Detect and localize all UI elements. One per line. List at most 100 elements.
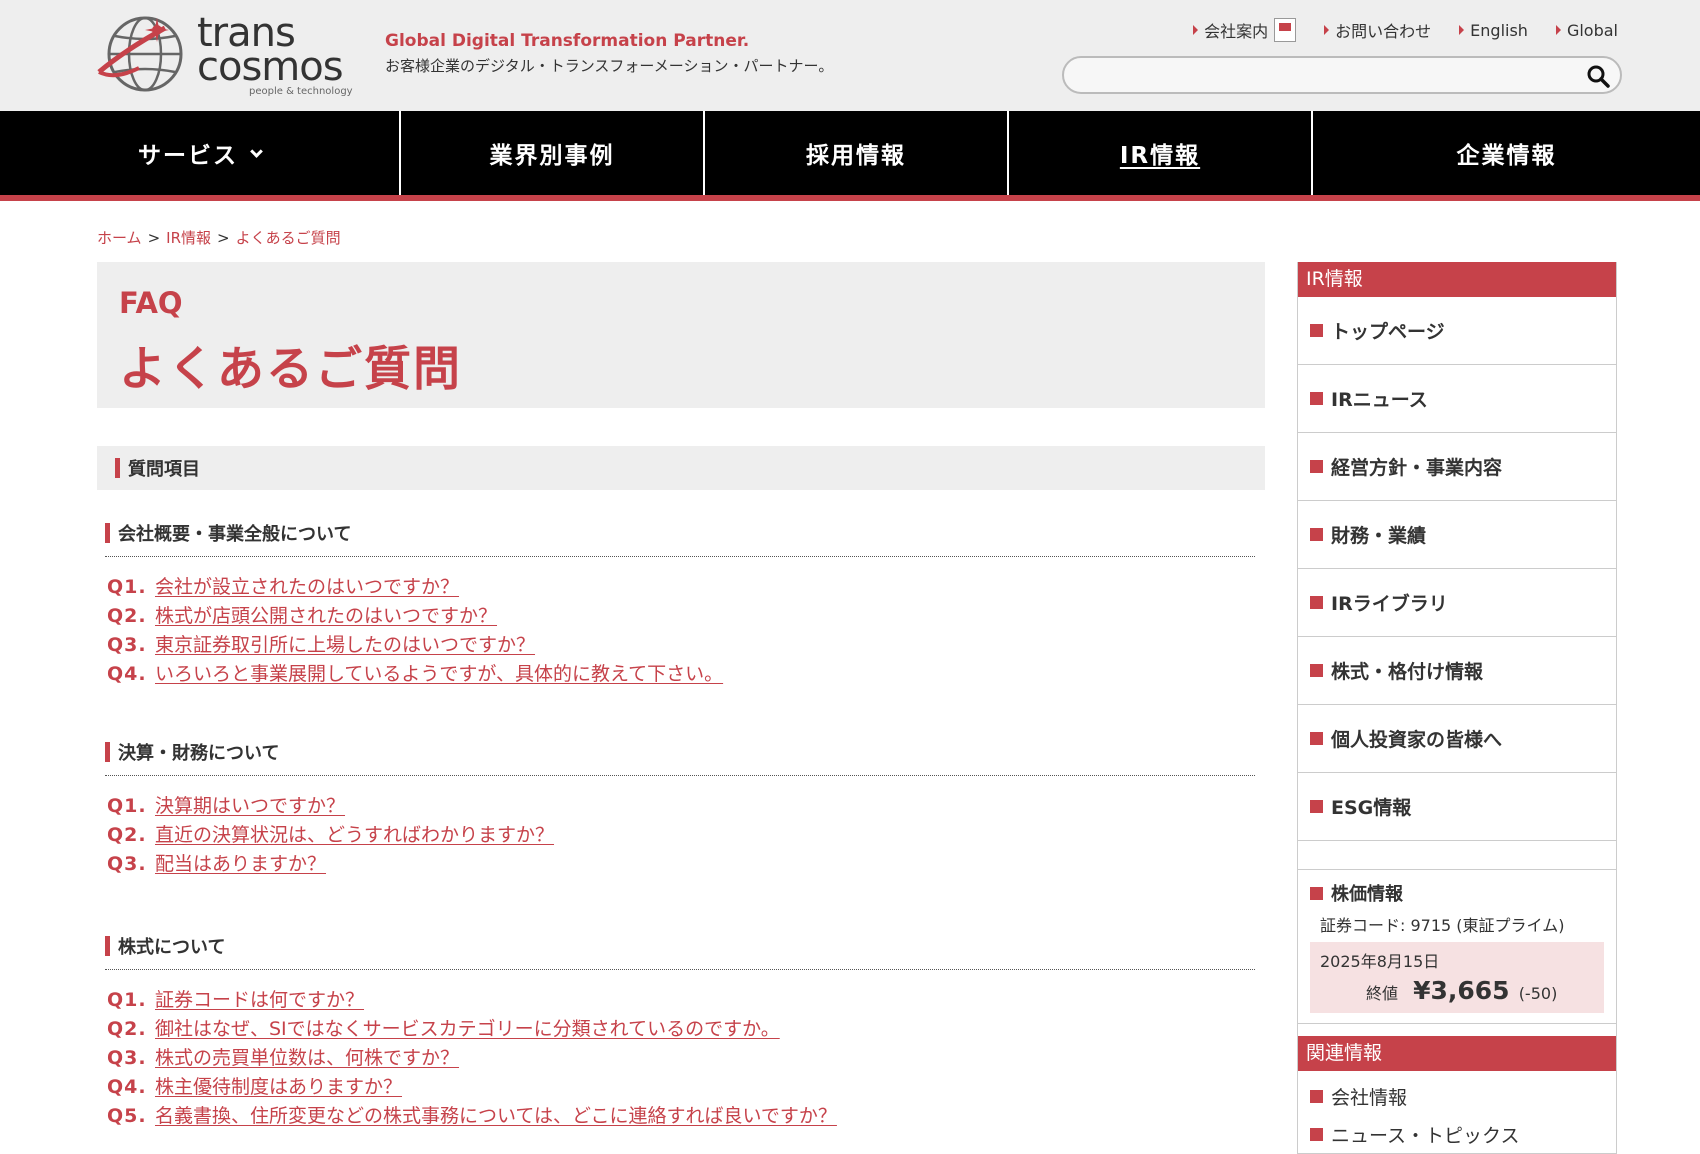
stock-date: 2025年8月15日 xyxy=(1320,952,1440,971)
faq-category: 会社概要・事業全般について Q1. 会社が設立されたのはいつですか？ Q2. 株式が… xyxy=(97,520,1265,689)
english-link[interactable]: English xyxy=(1459,18,1528,42)
square-bullet-icon xyxy=(1310,1089,1323,1103)
related-section: 関連情報 会社情報 ニュース・トピックス xyxy=(1298,1036,1616,1153)
breadcrumb-home[interactable]: ホーム xyxy=(97,229,142,247)
faq-question-link[interactable]: 御社はなぜ、SIではなくサービスカテゴリーに分類されているのですか。 xyxy=(155,1015,780,1044)
stock-info: 株価情報 証券コード: 9715 (東証プライム) 2025年8月15日 終値 … xyxy=(1298,869,1616,1024)
accent-bar xyxy=(105,936,110,956)
breadcrumb: ホーム > IR情報 > よくあるご質問 xyxy=(97,229,341,247)
page-title: よくあるご質問 xyxy=(119,342,462,397)
stock-change: (-50) xyxy=(1518,984,1558,1003)
globe-logo-icon xyxy=(97,16,183,92)
square-bullet-icon xyxy=(1310,392,1323,405)
logo-wordmark: trans cosmos xyxy=(197,10,344,90)
faq-question: Q3. 株式の売買単位数は、何株ですか？ xyxy=(107,1044,1265,1073)
category-title: 会社概要・事業全般について xyxy=(105,520,1255,557)
related-item-news[interactable]: ニュース・トピックス xyxy=(1298,1115,1616,1153)
nav-recruit[interactable]: 採用情報 xyxy=(705,111,1009,195)
faq-question-link[interactable]: 証券コードは何ですか？ xyxy=(155,986,364,1015)
tagline-japanese: お客様企業のデジタル・トランスフォーメーション・パートナー。 xyxy=(385,57,834,75)
company-brochure-link[interactable]: 会社案内 xyxy=(1193,18,1297,42)
section-heading: 質問項目 xyxy=(97,446,1265,490)
sidebar-item-esg[interactable]: ESG情報 xyxy=(1298,773,1616,841)
faq-question: Q5. 名義書換、住所変更などの株式事務については、どこに連絡すれば良いですか？ xyxy=(107,1102,1265,1131)
stock-price: ¥3,665 xyxy=(1413,976,1510,1005)
nav-company[interactable]: 企業情報 xyxy=(1313,111,1700,195)
search-box xyxy=(1062,56,1622,94)
accent-bar xyxy=(115,458,120,478)
faq-question-link[interactable]: 東京証券取引所に上場したのはいつですか？ xyxy=(155,631,535,660)
search-input[interactable] xyxy=(1064,58,1564,92)
chevron-down-icon xyxy=(250,144,263,158)
faq-question: Q1. 会社が設立されたのはいつですか？ xyxy=(107,573,1265,602)
faq-question-link[interactable]: 決算期はいつですか？ xyxy=(155,792,345,821)
utility-links: 会社案内 お問い合わせ English Global xyxy=(1193,18,1618,42)
faq-question: Q3. 配当はありますか？ xyxy=(107,850,1265,879)
transcosmos-logo[interactable]: trans cosmos people & technology xyxy=(95,10,355,98)
faq-question-link[interactable]: いろいろと事業展開しているようですが、具体的に教えて下さい。 xyxy=(155,660,723,689)
site-header: trans cosmos people & technology Global … xyxy=(0,0,1700,111)
faq-question: Q1. 証券コードは何ですか？ xyxy=(107,986,1265,1015)
square-bullet-icon xyxy=(1310,732,1323,745)
main-content: FAQ よくあるご質問 質問項目 会社概要・事業全般について Q1. 会社が設立さ… xyxy=(97,262,1265,1131)
faq-question-link[interactable]: 株式の売買単位数は、何株ですか？ xyxy=(155,1044,459,1073)
ir-sidebar: IR情報 トップページ IRニュース 経営方針・事業内容 財務・業績 IRライブ… xyxy=(1297,262,1617,1154)
sidebar-item-individual-investors[interactable]: 個人投資家の皆様へ xyxy=(1298,705,1616,773)
faq-question: Q4. 株主優待制度はありますか？ xyxy=(107,1073,1265,1102)
triangle-icon xyxy=(1555,25,1561,35)
sidebar-title: IR情報 xyxy=(1298,262,1616,297)
triangle-icon xyxy=(1193,25,1199,35)
faq-category: 株式について Q1. 証券コードは何ですか？ Q2. 御社はなぜ、SIではなくサービ… xyxy=(97,933,1265,1131)
nav-services[interactable]: サービス xyxy=(0,111,401,195)
category-title: 株式について xyxy=(105,933,1255,970)
sidebar-item-top[interactable]: トップページ xyxy=(1298,297,1616,365)
close-label: 終値 xyxy=(1366,984,1399,1003)
sidebar-item-stock-rating[interactable]: 株式・格付け情報 xyxy=(1298,637,1616,705)
faq-category: 決算・財務について Q1. 決算期はいつですか？ Q2. 直近の決算状況は、どうすれ… xyxy=(97,739,1265,879)
nav-case-studies[interactable]: 業界別事例 xyxy=(401,111,705,195)
contact-link[interactable]: お問い合わせ xyxy=(1324,18,1431,42)
square-bullet-icon xyxy=(1310,596,1323,609)
related-title: 関連情報 xyxy=(1298,1036,1616,1071)
global-link[interactable]: Global xyxy=(1555,18,1618,42)
sidebar-item-policy[interactable]: 経営方針・事業内容 xyxy=(1298,433,1616,501)
faq-question-link[interactable]: 株主優待制度はありますか？ xyxy=(155,1073,402,1102)
question-list: Q1. 決算期はいつですか？ Q2. 直近の決算状況は、どうすればわかりますか？ Q… xyxy=(107,792,1265,879)
search-icon[interactable] xyxy=(1586,64,1610,88)
faq-question-link[interactable]: 会社が設立されたのはいつですか？ xyxy=(155,573,459,602)
faq-question-link[interactable]: 直近の決算状況は、どうすればわかりますか？ xyxy=(155,821,554,850)
question-list: Q1. 会社が設立されたのはいつですか？ Q2. 株式が店頭公開されたのはいつですか… xyxy=(107,573,1265,689)
breadcrumb-ir[interactable]: IR情報 xyxy=(166,229,211,247)
faq-question: Q2. 御社はなぜ、SIではなくサービスカテゴリーに分類されているのですか。 xyxy=(107,1015,1265,1044)
related-item-company[interactable]: 会社情報 xyxy=(1298,1077,1616,1115)
faq-question: Q3. 東京証券取引所に上場したのはいつですか？ xyxy=(107,631,1265,660)
logo-subtitle: people & technology xyxy=(249,86,353,97)
nav-ir[interactable]: IR情報 xyxy=(1009,111,1313,195)
category-title: 決算・財務について xyxy=(105,739,1255,776)
faq-question-link[interactable]: 名義書換、住所変更などの株式事務については、どこに連絡すれば良いですか？ xyxy=(155,1102,837,1131)
breadcrumb-faq[interactable]: よくあるご質問 xyxy=(236,229,341,247)
square-bullet-icon xyxy=(1310,324,1323,337)
triangle-icon xyxy=(1459,25,1465,35)
stock-title: 株価情報 xyxy=(1310,880,1604,906)
sidebar-item-ir-library[interactable]: IRライブラリ xyxy=(1298,569,1616,637)
square-bullet-icon xyxy=(1310,886,1323,900)
sidebar-item-financials[interactable]: 財務・業績 xyxy=(1298,501,1616,569)
faq-question: Q1. 決算期はいつですか？ xyxy=(107,792,1265,821)
triangle-icon xyxy=(1324,25,1330,35)
pdf-icon xyxy=(1274,18,1297,42)
square-bullet-icon xyxy=(1310,1127,1323,1141)
square-bullet-icon xyxy=(1310,528,1323,541)
faq-question: Q2. 直近の決算状況は、どうすればわかりますか？ xyxy=(107,821,1265,850)
accent-bar xyxy=(105,523,110,543)
page-hero: FAQ よくあるご質問 xyxy=(97,262,1265,408)
square-bullet-icon xyxy=(1310,664,1323,677)
accent-bar xyxy=(105,742,110,762)
faq-question-link[interactable]: 株式が店頭公開されたのはいつですか？ xyxy=(155,602,497,631)
sidebar-item-ir-news[interactable]: IRニュース xyxy=(1298,365,1616,433)
page-title-en: FAQ xyxy=(119,286,183,320)
faq-question-link[interactable]: 配当はありますか？ xyxy=(155,850,326,879)
main-nav: サービス 業界別事例 採用情報 IR情報 企業情報 xyxy=(0,111,1700,201)
square-bullet-icon xyxy=(1310,460,1323,473)
square-bullet-icon xyxy=(1310,800,1323,813)
